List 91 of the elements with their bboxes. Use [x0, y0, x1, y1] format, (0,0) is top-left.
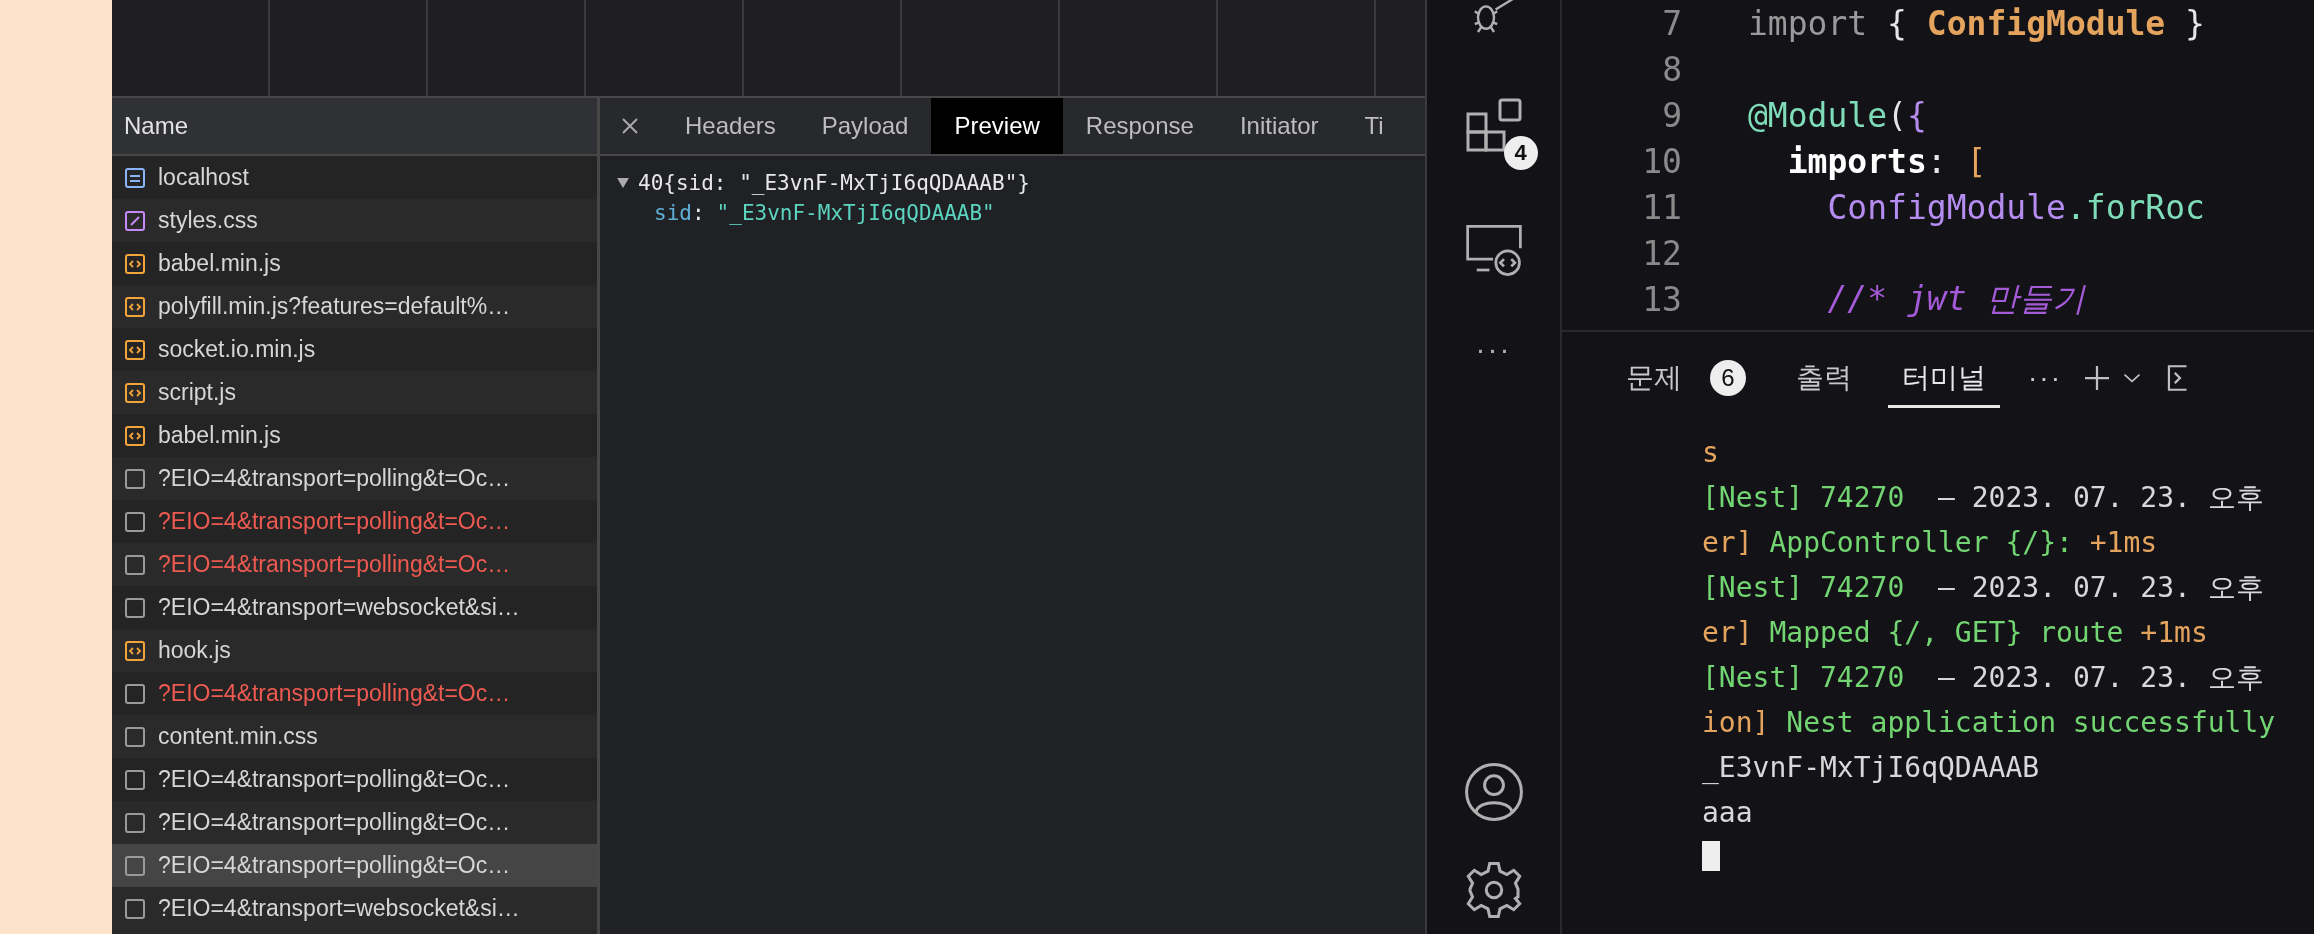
request-name: ?EIO=4&transport=polling&t=Oc… [158, 809, 511, 836]
blank-file-icon [124, 768, 146, 791]
account-icon[interactable] [1463, 762, 1524, 822]
line-number: 8 [1661, 49, 1682, 89]
request-name: ?EIO=4&transport=websocket&si… [158, 594, 520, 621]
terminal-line: ion] Nest application successfully [1702, 705, 2277, 741]
request-row[interactable]: ?EIO=4&transport=polling&t=Oc… [112, 500, 597, 543]
request-name: ?EIO=4&transport=polling&t=Oc… [158, 852, 511, 879]
terminal-line: _E3vnF-MxTjI6qQDAAAB [1702, 750, 2041, 786]
tab[interactable]: Payload [798, 98, 932, 154]
panel-tab[interactable]: 출력 [1782, 348, 1866, 408]
code-file-icon [124, 639, 146, 662]
request-name: content.min.css [158, 723, 318, 750]
line-number: 11 [1641, 187, 1682, 227]
request-row[interactable]: ?EIO=4&transport=polling&t=Oc… [112, 844, 597, 887]
request-name: ?EIO=4&transport=polling&t=Oc… [158, 465, 511, 492]
line-number: 13 [1641, 279, 1682, 319]
more-text[interactable]: ··· [2028, 362, 2062, 394]
plus-icon[interactable] [2082, 363, 2112, 393]
tab[interactable]: Initiator [1216, 98, 1342, 154]
request-name: babel.min.js [158, 250, 281, 277]
text-cursor [1702, 841, 1720, 871]
request-name: babel.min.js [158, 422, 281, 449]
request-row[interactable]: babel.min.js [112, 414, 597, 457]
blank-file-icon [124, 553, 146, 576]
line-number: 10 [1641, 141, 1682, 181]
terminal-line: er] AppController {/}: +1ms [1702, 525, 2159, 561]
code-file-icon [124, 252, 146, 275]
blank-file-icon [124, 725, 146, 748]
expand-triangle-icon[interactable] [616, 177, 630, 189]
code-line: //* jwt 만들기 [1826, 277, 2086, 320]
line-number: 7 [1661, 3, 1682, 43]
request-row[interactable]: ?EIO=4&transport=polling&t=Oc… [112, 758, 597, 801]
blank-file-icon [124, 596, 146, 619]
more-text[interactable]: ··· [1475, 332, 1512, 366]
blank-file-icon [124, 897, 146, 920]
request-name: ?EIO=4&transport=polling&t=Oc… [158, 680, 511, 707]
request-name: ?EIO=4&transport=websocket&si… [158, 895, 520, 922]
tab[interactable]: Ti [1341, 98, 1407, 154]
code-file-icon [124, 338, 146, 361]
panel-tab[interactable]: 터미널 [1888, 348, 2000, 408]
request-name: ?EIO=4&transport=polling&t=Oc… [158, 551, 511, 578]
terminal-line: [Nest] 74270 – 2023. 07. 23. 오후 [1702, 659, 2265, 696]
request-name: ?EIO=4&transport=polling&t=Oc… [158, 508, 511, 535]
close-icon[interactable] [620, 116, 640, 136]
tab[interactable]: Preview [931, 98, 1063, 154]
terminal-line: er] Mapped {/, GET} route +1ms [1702, 615, 2209, 651]
terminal-icon[interactable] [2166, 363, 2188, 393]
request-name: hook.js [158, 637, 231, 664]
terminal-line: s [1702, 435, 1720, 471]
request-row[interactable]: babel.min.js [112, 242, 597, 285]
request-name: socket.io.min.js [158, 336, 316, 363]
request-name: ?EIO=4&transport=polling&t=Oc… [158, 766, 511, 793]
request-row[interactable]: ?EIO=4&transport=polling&t=Oc… [112, 672, 597, 715]
request-name: localhost [158, 164, 249, 191]
tab[interactable]: Headers [662, 98, 799, 154]
request-name: polyfill.min.js?features=default%… [158, 293, 511, 320]
blank-file-icon [124, 510, 146, 533]
code-line: imports: [ [1786, 141, 1987, 181]
brush-icon [124, 209, 146, 232]
blank-file-icon [124, 854, 146, 877]
code-line: @Module({ [1748, 95, 1927, 135]
preview-summary: 40{sid: "_E3vnF-MxTjI6qQDAAAB"} [638, 171, 1030, 195]
terminal-line: aaa [1702, 795, 1754, 831]
code-line: ConfigModule.forRoc [1826, 187, 2205, 227]
request-name: script.js [158, 379, 236, 406]
code-line: import { ConfigModule } [1748, 3, 2205, 43]
code-file-icon [124, 424, 146, 447]
request-row[interactable]: ?EIO=4&transport=websocket&si… [112, 586, 597, 629]
terminal-line: [Nest] 74270 – 2023. 07. 23. 오후 [1702, 479, 2265, 516]
terminal-line: [Nest] 74270 – 2023. 07. 23. 오후 [1702, 569, 2265, 606]
count-badge: 6 [1710, 360, 1746, 396]
request-name: styles.css [158, 207, 258, 234]
chevron-down-icon[interactable] [2122, 371, 2142, 385]
request-row[interactable]: localhost [112, 156, 597, 199]
line-number: 9 [1661, 95, 1682, 135]
property-value: "_E3vnF-MxTjI6qQDAAAB" [716, 201, 995, 225]
tab[interactable]: Response [1062, 98, 1217, 154]
request-row[interactable]: socket.io.min.js [112, 328, 597, 371]
column-header[interactable]: Name [112, 98, 597, 156]
blank-file-icon [124, 682, 146, 705]
blank-file-icon [124, 467, 146, 490]
line-number: 12 [1641, 233, 1682, 273]
notification-badge: 4 [1503, 136, 1538, 170]
property-key: sid [654, 201, 692, 225]
code-file-icon [124, 381, 146, 404]
colon-text: : [691, 201, 705, 225]
blank-file-icon [124, 811, 146, 834]
panel-tab[interactable]: 문제 [1612, 348, 1696, 408]
document-icon [124, 166, 146, 189]
code-file-icon [124, 295, 146, 318]
